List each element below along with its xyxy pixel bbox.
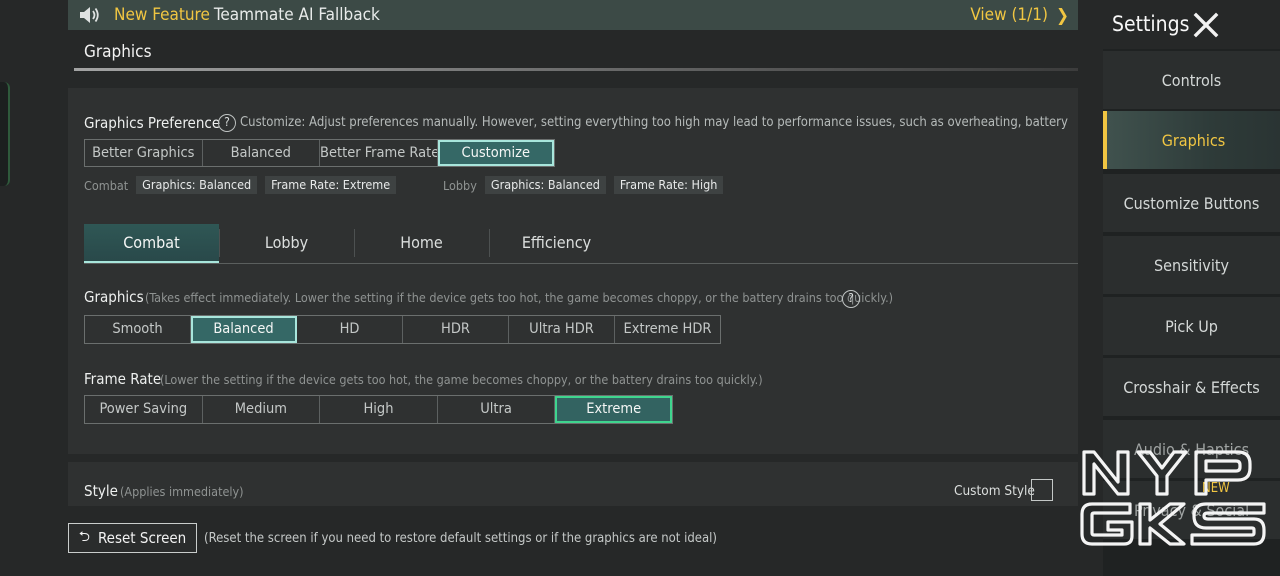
nav-item-sensitivity[interactable]: Sensitivity: [1103, 236, 1280, 294]
tab-home[interactable]: Home: [354, 224, 489, 263]
tab-lobby[interactable]: Lobby: [219, 224, 354, 263]
nav-item-customize-buttons[interactable]: Customize Buttons: [1103, 174, 1280, 232]
close-icon[interactable]: [1192, 11, 1220, 39]
frame-rate-option-power-saving[interactable]: Power Saving: [85, 396, 203, 423]
help-icon[interactable]: ?: [218, 114, 236, 132]
custom-style-checkbox[interactable]: [1031, 479, 1053, 501]
reset-arrow-icon: ⮌: [78, 529, 90, 545]
graphics-preference-label: Graphics Preference: [84, 114, 221, 132]
custom-style-label: Custom Style: [954, 483, 1035, 499]
style-label: Style: [84, 482, 118, 500]
graphics-quality-selector: Smooth Balanced HD HDR Ultra HDR Extreme…: [84, 315, 721, 344]
feature-banner[interactable]: New Feature Teammate AI Fallback View (1…: [68, 0, 1078, 30]
lobby-graphics-tag: Graphics: Balanced: [484, 176, 606, 194]
lobby-summary: Lobby Graphics: Balanced Frame Rate: Hig…: [443, 176, 731, 194]
frame-rate-label: Frame Rate: [84, 370, 162, 388]
nav-item-graphics[interactable]: Graphics: [1103, 111, 1280, 169]
frame-rate-option-medium[interactable]: Medium: [203, 396, 321, 423]
new-feature-label: New Feature: [114, 5, 210, 25]
style-description: (Applies immediately): [120, 484, 244, 499]
preference-option-better-frame-rate[interactable]: Better Frame Rate: [320, 140, 438, 166]
combat-summary-label: Combat: [84, 177, 129, 193]
tab-efficiency[interactable]: Efficiency: [489, 224, 624, 263]
left-edge-tab[interactable]: [0, 82, 10, 186]
nypgks-watermark-logo: [1080, 450, 1266, 546]
graphics-option-extreme-hdr[interactable]: Extreme HDR: [615, 316, 720, 343]
graphics-option-balanced[interactable]: Balanced: [191, 316, 297, 343]
view-link[interactable]: View (1/1): [970, 5, 1048, 25]
frame-rate-option-extreme[interactable]: Extreme: [555, 396, 672, 423]
combat-frame-rate-tag: Frame Rate: Extreme: [265, 176, 397, 194]
help-icon[interactable]: ?: [842, 290, 860, 308]
graphics-quality-description: (Takes effect immediately. Lower the set…: [145, 290, 894, 305]
graphics-option-ultra-hdr[interactable]: Ultra HDR: [509, 316, 615, 343]
graphics-preference-selector: Better Graphics Balanced Better Frame Ra…: [84, 139, 555, 167]
frame-rate-option-ultra[interactable]: Ultra: [438, 396, 556, 423]
nav-item-pick-up[interactable]: Pick Up: [1103, 297, 1280, 355]
frame-rate-option-high[interactable]: High: [320, 396, 438, 423]
settings-title: Settings: [1112, 12, 1190, 36]
preference-option-balanced[interactable]: Balanced: [203, 140, 320, 166]
section-title: Graphics: [84, 42, 152, 62]
tab-combat[interactable]: Combat: [84, 224, 219, 263]
graphics-option-hdr[interactable]: HDR: [403, 316, 509, 343]
reset-description: (Reset the screen if you need to restore…: [204, 531, 717, 546]
graphics-option-hd[interactable]: HD: [297, 316, 403, 343]
speaker-icon: [80, 7, 99, 23]
combat-summary: Combat Graphics: Balanced Frame Rate: Ex…: [84, 176, 404, 194]
graphics-tabs: Combat Lobby Home Efficiency: [84, 224, 1078, 264]
reset-screen-label: Reset Screen: [97, 529, 187, 547]
preference-option-customize[interactable]: Customize: [437, 140, 554, 166]
graphics-preference-description: Customize: Adjust preferences manually. …: [240, 115, 1070, 130]
banner-title: Teammate AI Fallback: [213, 5, 380, 25]
reset-screen-button[interactable]: ⮌ Reset Screen: [68, 523, 197, 553]
combat-graphics-tag: Graphics: Balanced: [136, 176, 258, 194]
preference-option-better-graphics[interactable]: Better Graphics: [85, 140, 203, 166]
lobby-frame-rate-tag: Frame Rate: High: [613, 176, 724, 194]
frame-rate-description: (Lower the setting if the device gets to…: [160, 372, 763, 387]
graphics-option-smooth[interactable]: Smooth: [85, 316, 191, 343]
graphics-quality-label: Graphics: [84, 288, 144, 306]
section-divider: [74, 68, 1078, 71]
chevron-right-icon[interactable]: ❯: [1056, 6, 1069, 26]
lobby-summary-label: Lobby: [443, 177, 477, 193]
frame-rate-selector: Power Saving Medium High Ultra Extreme: [84, 395, 673, 424]
nav-item-crosshair-effects[interactable]: Crosshair & Effects: [1103, 358, 1280, 416]
nav-item-controls[interactable]: Controls: [1103, 51, 1280, 109]
